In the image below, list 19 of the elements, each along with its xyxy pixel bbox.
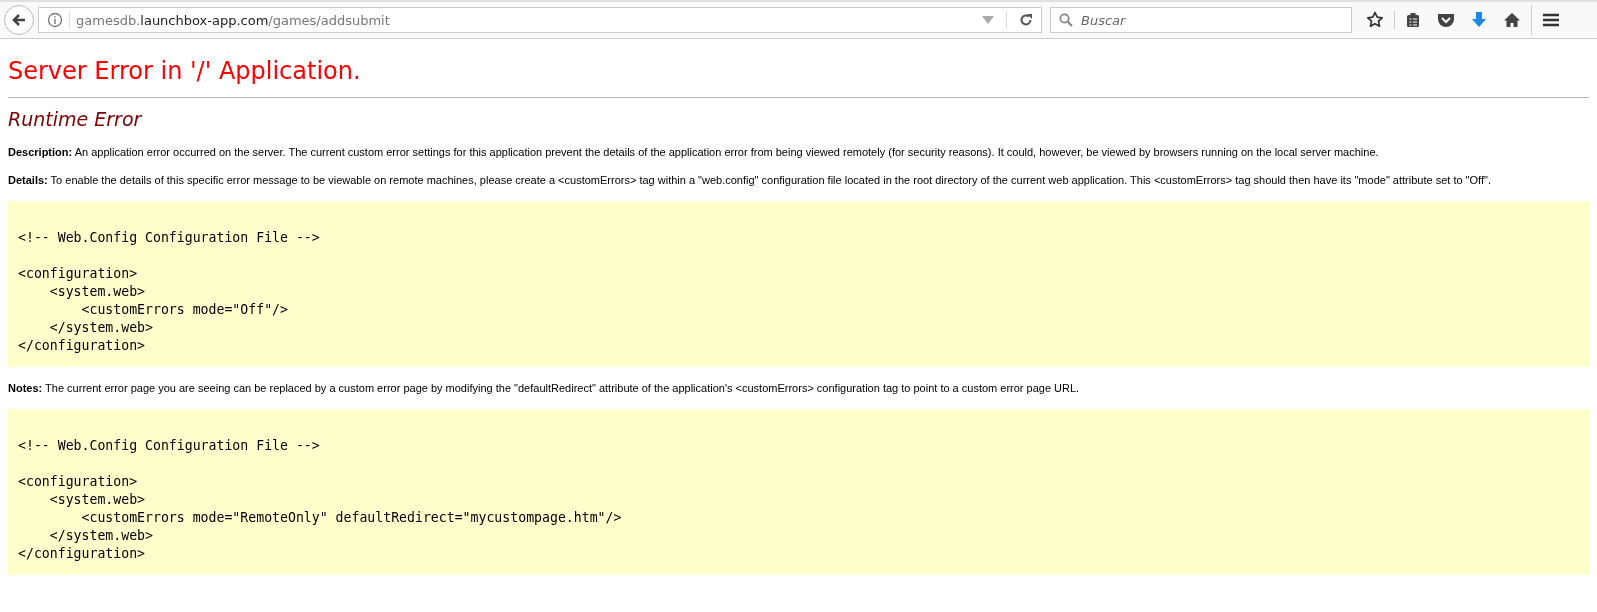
- url-text: gamesdb.launchbox-app.com/games/addsubmit: [76, 12, 390, 28]
- code-block: <!-- Web.Config Configuration File --> <configuration> <system.web> <customErrors mode="RemoteOnly" defaultRedirect="mycustompage.htm"/> </system.web> </configuration>: [8, 409, 1589, 575]
- reload-icon[interactable]: [1019, 13, 1033, 27]
- download-icon[interactable]: [1471, 11, 1487, 29]
- menu-icon[interactable]: [1542, 13, 1560, 27]
- address-bar[interactable]: gamesdb.launchbox-app.com/games/addsubmit: [38, 7, 1042, 33]
- error-paragraph: Notes: The current error page you are seeing can be replaced by a custom error page by modifying the "defaultRedirect" attribute of the application's <customErrors> configuration tag to point to a custom error page URL.: [8, 381, 1081, 395]
- error-heading: Runtime Error: [8, 107, 144, 132]
- info-icon[interactable]: [47, 12, 63, 28]
- search-field[interactable]: Buscar: [1050, 7, 1352, 33]
- error-paragraph: Description: An application error occurred on the server. The current custom error settings for this application prevent the details of the application error from being viewed remotely (for security reasons). It could, however, be viewed by browsers running on the local server machine.: [8, 145, 1380, 159]
- list-icon[interactable]: [1405, 12, 1421, 28]
- home-icon[interactable]: [1503, 12, 1521, 28]
- pocket-icon[interactable]: [1437, 12, 1455, 28]
- error-paragraph: Details: To enable the details of this specific error message to be viewable on remote machines, please create a <customErrors> tag within a "web.config" configuration file located in the root directory of the current web application. This <customErrors> tag should then have its "mode" attribute set to "Off".: [8, 173, 1492, 187]
- back-button[interactable]: [4, 5, 34, 35]
- star-icon[interactable]: [1366, 11, 1384, 29]
- page-title: Server Error in '/' Application.: [8, 56, 362, 87]
- code-block: <!-- Web.Config Configuration File --> <configuration> <system.web> <customErrors mode="Off"/> </system.web> </configuration>: [8, 201, 1589, 367]
